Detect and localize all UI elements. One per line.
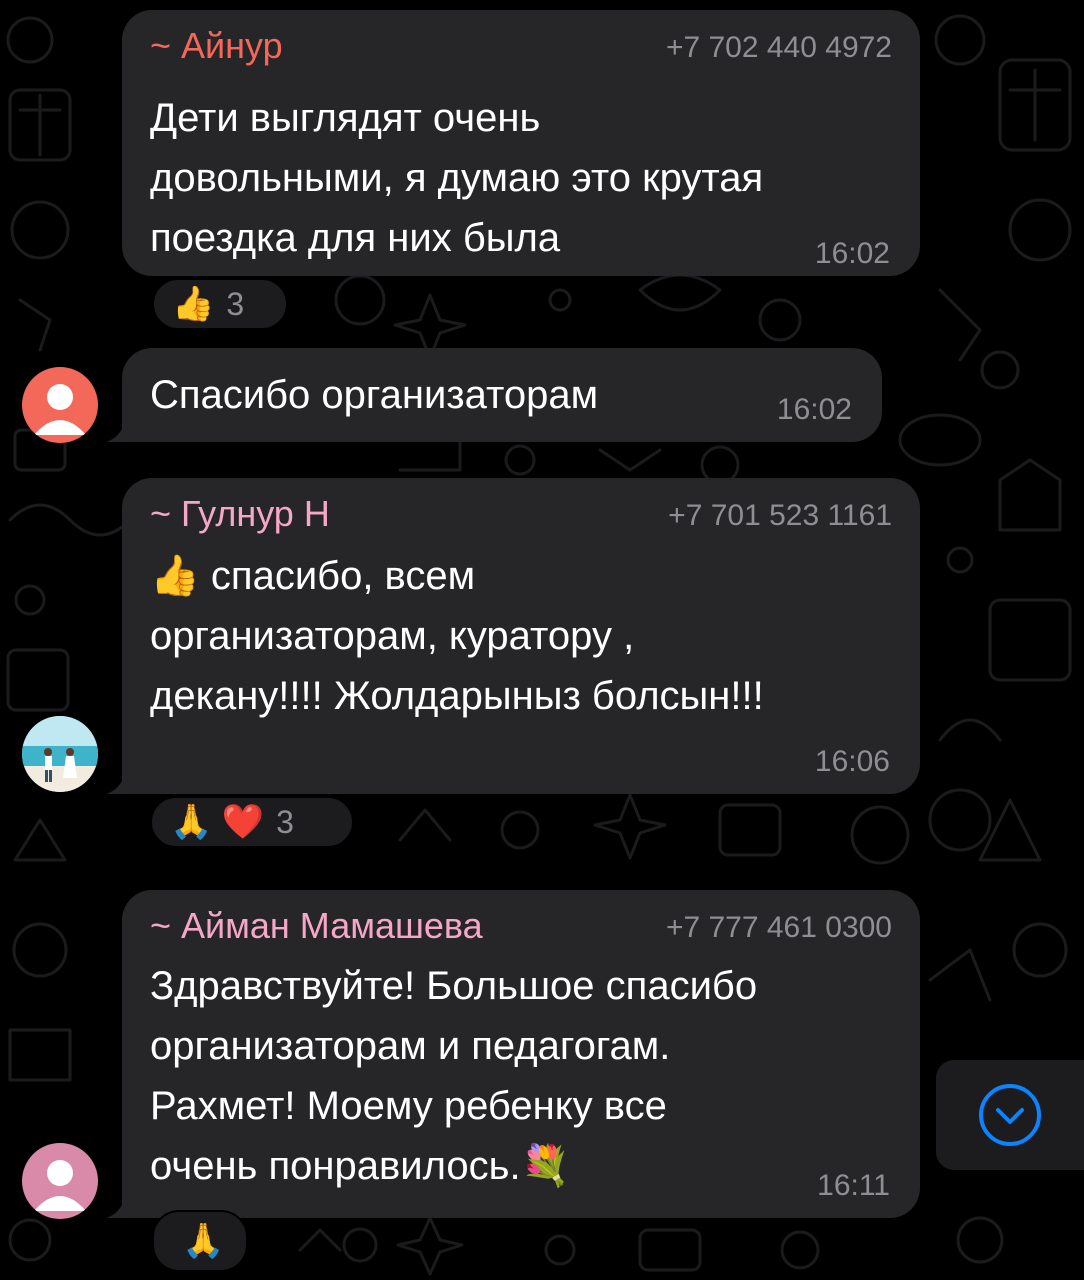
person-icon [34, 384, 86, 435]
message-time: 16:11 [817, 1169, 890, 1202]
message-bubble-aiman[interactable]: ~ Айман Мамашева +7 777 461 0300 Здравст… [122, 890, 920, 1218]
avatar[interactable] [22, 1143, 98, 1219]
message-text: Спасибо организаторам [150, 373, 599, 417]
sender-name[interactable]: ~ Гулнур Н [150, 492, 330, 536]
reaction-pill[interactable]: 🙏 [152, 1210, 248, 1272]
sender-name[interactable]: ~ Айнур [150, 24, 283, 68]
scroll-down-button[interactable] [936, 1060, 1084, 1170]
sender-phone: +7 777 461 0300 [665, 911, 892, 944]
message-text: 👍 спасибо, всем организаторам, куратору … [150, 554, 764, 718]
message-time: 16:02 [776, 393, 852, 426]
message-text: Здравствуйте! Большое спасибо организато… [150, 964, 758, 1188]
message-time: 16:06 [814, 745, 890, 778]
message-text: Дети выглядят очень довольными, я думаю … [150, 96, 764, 260]
avatar[interactable] [22, 716, 98, 792]
photo-avatar [22, 716, 98, 792]
sender-phone: +7 702 440 4972 [665, 31, 892, 64]
chevron-down-circle-icon [979, 1084, 1041, 1146]
message-bubble-ainur[interactable]: ~ Айнур +7 702 440 4972 Дети выглядят оч… [122, 10, 920, 276]
pray-icon: 🙏 [182, 1222, 225, 1260]
pray-heart-icon: 🙏 ❤️ [170, 803, 265, 841]
avatar[interactable] [22, 367, 98, 443]
message-time: 16:02 [814, 237, 890, 270]
sender-phone: +7 701 523 1161 [668, 499, 892, 532]
reaction-count: 3 [276, 804, 294, 840]
reaction-count: 3 [226, 286, 245, 322]
message-bubble-own[interactable]: Спасибо организаторам 16:02 [122, 348, 882, 442]
reaction-pill[interactable]: 🙏 ❤️ 3 [150, 796, 354, 848]
sender-name[interactable]: ~ Айман Мамашева [150, 904, 483, 948]
message-bubble-gulnur[interactable]: ~ Гулнур Н +7 701 523 1161 👍 спасибо, вс… [122, 478, 920, 794]
reaction-pill[interactable]: 👍 3 [152, 278, 288, 330]
person-icon [34, 1160, 86, 1211]
thumbs-up-icon: 👍 [172, 285, 215, 323]
